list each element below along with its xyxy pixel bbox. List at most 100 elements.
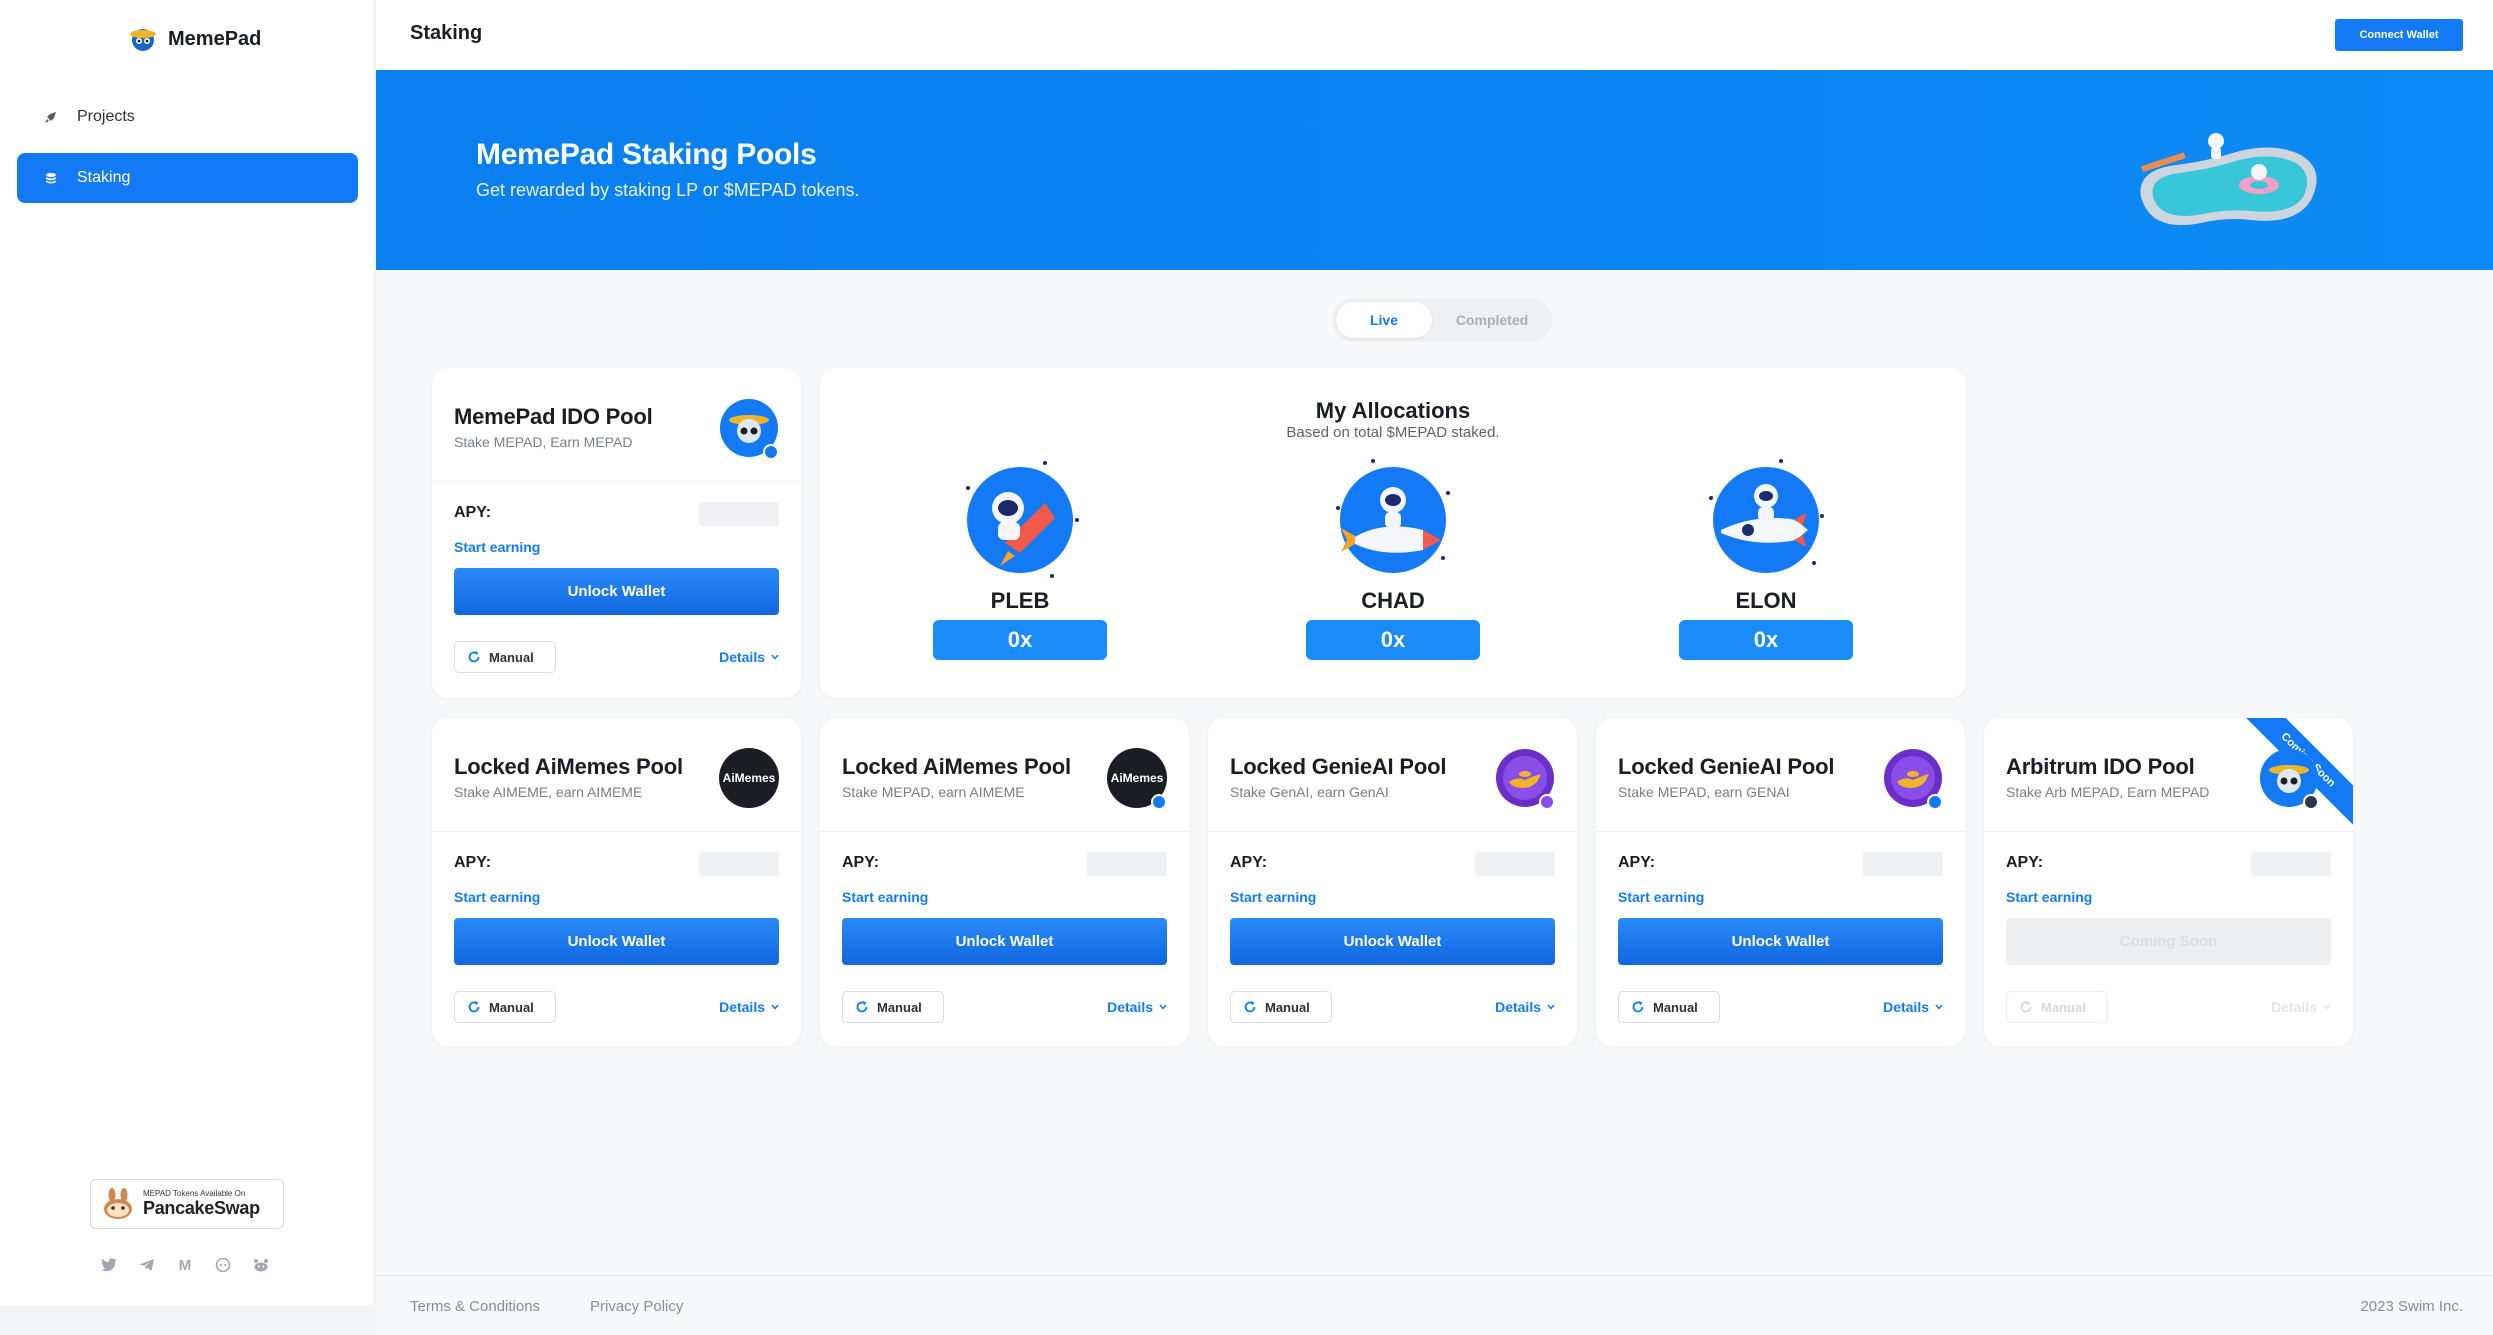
tier-name: CHAD (1361, 588, 1425, 613)
details-toggle[interactable]: Details (1495, 999, 1555, 1015)
apy-label: APY: (842, 854, 880, 871)
manual-button[interactable]: Manual (454, 641, 556, 673)
page-title: Staking (410, 22, 483, 44)
unlock-wallet-button[interactable]: Unlock Wallet (454, 568, 779, 615)
unlock-wallet-button[interactable]: Unlock Wallet (1230, 918, 1555, 965)
allocations-title: My Allocations (1315, 398, 1471, 423)
pool-card-header: MemePad IDO Pool Stake MEPAD, Earn MEPAD (432, 368, 801, 482)
apy-label: APY: (2006, 854, 2044, 871)
details-label: Details (1107, 999, 1153, 1015)
social-links: M (100, 1256, 270, 1274)
manual-button[interactable]: Manual (1618, 991, 1720, 1023)
manual-label: Manual (1265, 999, 1310, 1015)
sidebar: MemePad Projects Staking MEPAD Tokens Av… (0, 0, 375, 1335)
chevron-down-icon (1547, 1004, 1555, 1010)
hero-banner: MemePad Staking Pools Get rewarded by st… (376, 70, 2493, 270)
terms-link[interactable]: Terms & Conditions (410, 1298, 540, 1315)
chain-badge-icon (1151, 794, 1167, 810)
pool-title: Locked GenieAI Pool (1618, 754, 1835, 779)
unlock-wallet-button[interactable]: Unlock Wallet (1618, 918, 1943, 965)
manual-label: Manual (1653, 999, 1698, 1015)
pool-subtitle: Stake GenAI, earn GenAI (1230, 784, 1389, 800)
pool-subtitle: Stake MEPAD, Earn MEPAD (454, 434, 633, 450)
footer: Terms & Conditions Privacy Policy 2023 S… (376, 1275, 2493, 1335)
unlock-wallet-button[interactable]: Unlock Wallet (842, 918, 1167, 965)
pool-card-header: Locked GenieAI Pool Stake MEPAD, earn GE… (1596, 718, 1965, 832)
pool-card: Locked AiMemes Pool Stake AIMEME, earn A… (432, 718, 801, 1046)
pool-illustration-icon (2140, 133, 2317, 226)
pool-card: Coming Soon Arbitrum IDO Pool Stake Arb … (1984, 718, 2353, 1046)
tier-name: ELON (1735, 588, 1797, 613)
privacy-link[interactable]: Privacy Policy (590, 1298, 683, 1315)
pool-card-header: Arbitrum IDO Pool Stake Arb MEPAD, Earn … (1984, 718, 2353, 832)
connect-wallet-button[interactable]: Connect Wallet (2335, 19, 2463, 51)
apy-value-placeholder (1087, 852, 1167, 876)
pool-card-header: Locked AiMemes Pool Stake MEPAD, earn AI… (820, 718, 1189, 832)
allocations-subtitle: Based on total $MEPAD staked. (1286, 424, 1500, 441)
discord-icon[interactable] (214, 1256, 232, 1274)
manual-label: Manual (2041, 999, 2086, 1015)
tier-value: 0x (1306, 620, 1480, 660)
manual-label: Manual (489, 999, 534, 1015)
apy-label: APY: (1230, 854, 1268, 871)
live-completed-toggle: Live Completed (1332, 298, 1552, 342)
sidebar-item-staking[interactable]: Staking (17, 153, 358, 203)
details-toggle[interactable]: Details (719, 649, 779, 665)
coming-soon-button: Coming Soon (2006, 918, 2331, 965)
manual-button[interactable]: Manual (454, 991, 556, 1023)
copyright: 2023 Swim Inc. (2360, 1298, 2463, 1315)
pancakeswap-banner[interactable]: MEPAD Tokens Available On PancakeSwap (90, 1179, 284, 1229)
apy-label: APY: (1618, 854, 1656, 871)
details-label: Details (1883, 999, 1929, 1015)
rocket-icon (43, 109, 59, 125)
logo[interactable]: MemePad (128, 24, 261, 54)
start-earning-label: Start earning (2006, 889, 2093, 905)
details-toggle[interactable]: Details (719, 999, 779, 1015)
chain-badge-icon (1539, 794, 1555, 810)
refresh-icon (1244, 1001, 1256, 1013)
manual-button[interactable]: Manual (842, 991, 944, 1023)
tab-live[interactable]: Live (1336, 302, 1432, 338)
refresh-icon (1632, 1001, 1644, 1013)
details-toggle: Details (2271, 999, 2331, 1015)
tier-value: 0x (933, 620, 1107, 660)
pool-card-header: Locked AiMemes Pool Stake AIMEME, earn A… (432, 718, 801, 832)
chevron-down-icon (2323, 1004, 2331, 1010)
manual-button[interactable]: Manual (1230, 991, 1332, 1023)
aimemes-logo-icon: AiMemes (719, 748, 779, 808)
pancake-big-text: PancakeSwap (143, 1198, 260, 1218)
pancake-small-text: MEPAD Tokens Available On (143, 1189, 246, 1198)
pool-subtitle: Stake AIMEME, earn AIMEME (454, 784, 643, 800)
pancakeswap-bunny-icon (104, 1188, 132, 1219)
pool-title: Locked AiMemes Pool (454, 754, 683, 779)
twitter-icon[interactable] (100, 1256, 118, 1274)
chevron-down-icon (771, 654, 779, 660)
tab-completed[interactable]: Completed (1436, 302, 1548, 338)
logo-text: MemePad (168, 27, 262, 50)
coins-icon (43, 170, 59, 186)
details-toggle[interactable]: Details (1883, 999, 1943, 1015)
sidebar-item-projects[interactable]: Projects (17, 92, 358, 142)
pool-subtitle: Stake MEPAD, earn GENAI (1618, 784, 1790, 800)
pool-card: Locked GenieAI Pool Stake MEPAD, earn GE… (1596, 718, 1965, 1046)
medium-icon[interactable]: M (176, 1256, 194, 1274)
start-earning-label: Start earning (454, 539, 541, 555)
arbitrum-badge-icon (2303, 794, 2319, 810)
pool-card-header: Locked GenieAI Pool Stake GenAI, earn Ge… (1208, 718, 1577, 832)
details-label: Details (719, 999, 765, 1015)
sidebar-item-label: Projects (77, 108, 135, 125)
apy-label: APY: (454, 504, 492, 521)
pool-title: MemePad IDO Pool (454, 404, 653, 429)
start-earning-label: Start earning (454, 889, 541, 905)
telegram-icon[interactable] (138, 1256, 156, 1274)
pool-title: Locked AiMemes Pool (842, 754, 1071, 779)
hero-title: MemePad Staking Pools (476, 138, 817, 171)
unlock-wallet-button[interactable]: Unlock Wallet (454, 918, 779, 965)
manual-button: Manual (2006, 991, 2108, 1023)
reddit-icon[interactable] (252, 1256, 270, 1274)
apy-value-placeholder (699, 852, 779, 876)
topbar: Staking Connect Wallet (376, 0, 2493, 70)
details-toggle[interactable]: Details (1107, 999, 1167, 1015)
details-label: Details (719, 649, 765, 665)
details-label: Details (2271, 999, 2317, 1015)
